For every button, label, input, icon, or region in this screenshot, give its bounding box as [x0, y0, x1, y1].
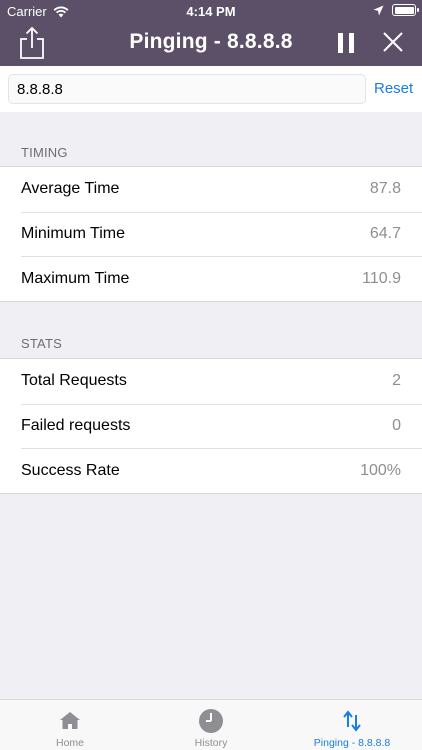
tab-label: Home	[55, 737, 84, 749]
tab-home[interactable]: Home	[0, 700, 140, 750]
row-value: 64.7	[369, 224, 401, 242]
location-arrow-icon	[373, 5, 384, 15]
row-value: 87.8	[369, 180, 401, 198]
row-value: 2	[392, 372, 401, 390]
row-label: Maximum Time	[21, 269, 130, 287]
list-item-minimum-time: Minimum Time 64.7	[0, 211, 422, 257]
timing-group: Average Time 87.8 Minimum Time 64.7 Maxi…	[0, 166, 422, 302]
timing-section-header: TIMING	[21, 145, 68, 160]
status-indicators	[373, 4, 419, 16]
tab-label: Pinging - 8.8.8.8	[313, 737, 391, 749]
row-label: Failed requests	[21, 416, 131, 434]
stats-section-header: STATS	[21, 336, 62, 351]
navigation-bar: Pinging - 8.8.8.8	[0, 22, 422, 66]
close-icon[interactable]	[382, 31, 404, 53]
list-item-failed-requests: Failed requests 0	[0, 403, 422, 449]
tab-bar: Home History Pinging - 8.8.8.8	[0, 699, 422, 750]
host-input[interactable]	[8, 74, 366, 104]
page-title: Pinging - 8.8.8.8	[129, 30, 293, 53]
row-label: Total Requests	[21, 372, 127, 390]
row-value: 0	[392, 416, 401, 434]
battery-icon	[392, 4, 419, 16]
row-label: Average Time	[21, 180, 120, 198]
host-input-bar: Reset	[0, 66, 422, 112]
tab-history[interactable]: History	[141, 700, 281, 750]
battery-level	[394, 6, 414, 14]
list-item-total-requests: Total Requests 2	[0, 359, 422, 404]
row-label: Success Rate	[21, 461, 120, 479]
row-value: 100%	[360, 461, 401, 479]
pause-icon[interactable]	[336, 32, 356, 54]
top-bar: Carrier 4:14 PM Pinging - 8.8.8.8	[0, 0, 422, 66]
tab-pinging[interactable]: Pinging - 8.8.8.8	[282, 700, 422, 750]
reset-button[interactable]: Reset	[374, 80, 413, 97]
status-time: 4:14 PM	[186, 4, 236, 19]
tab-label: History	[194, 737, 228, 749]
stats-group: Total Requests 2 Failed requests 0 Succe…	[0, 358, 422, 494]
list-item-success-rate: Success Rate 100%	[0, 448, 422, 493]
row-value: 110.9	[362, 269, 401, 287]
home-icon	[60, 712, 80, 729]
row-label: Minimum Time	[21, 224, 126, 242]
status-bar: Carrier 4:14 PM	[0, 0, 422, 22]
list-item-maximum-time: Maximum Time 110.9	[0, 256, 422, 301]
ping-arrows-icon	[343, 710, 361, 732]
clock-icon	[199, 709, 223, 733]
list-item-average-time: Average Time 87.8	[0, 167, 422, 212]
